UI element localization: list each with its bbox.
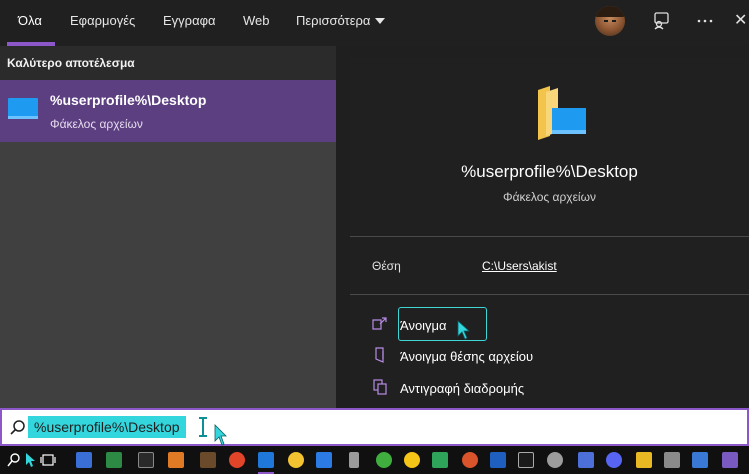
preview-divider xyxy=(350,236,749,237)
avatar[interactable] xyxy=(595,6,625,36)
open-file-location-label: Άνοιγμα θέσης αρχείου xyxy=(400,349,534,364)
tab-more[interactable]: Περισσότερα xyxy=(296,0,386,42)
emoji-app-icon[interactable] xyxy=(404,452,420,468)
search-icon xyxy=(10,420,25,435)
best-match-title: %userprofile%\Desktop xyxy=(50,92,207,108)
app-icon[interactable] xyxy=(490,452,506,468)
app-icon[interactable] xyxy=(376,452,392,468)
app-icon[interactable] xyxy=(547,452,563,468)
preview-subtitle: Φάκελος αρχείων xyxy=(503,190,596,204)
more-options-icon[interactable] xyxy=(694,10,716,32)
best-match-result[interactable]: %userprofile%\Desktop Φάκελος αρχείων xyxy=(0,80,336,142)
location-label: Θέση xyxy=(372,259,401,273)
mouse-cursor-icon xyxy=(214,424,227,446)
best-match-subtitle: Φάκελος αρχείων xyxy=(50,117,143,131)
calendar-icon[interactable] xyxy=(316,452,332,468)
text-cursor-icon xyxy=(199,417,207,437)
best-match-header: Καλύτερο αποτέλεσμα xyxy=(0,46,336,80)
results-list: Καλύτερο αποτέλεσμα %userprofile%\Deskto… xyxy=(0,46,336,408)
app-icon[interactable] xyxy=(138,452,154,468)
open-icon xyxy=(372,317,387,330)
app-icon[interactable] xyxy=(636,452,652,468)
app-icon[interactable] xyxy=(578,452,594,468)
calculator-icon[interactable] xyxy=(664,452,680,468)
search-scope-bar: Όλα Εφαρμογές Εγγραφα Web Περισσότερα ✕ xyxy=(0,0,749,46)
file-location-icon xyxy=(375,347,384,363)
task-view-icon[interactable] xyxy=(40,452,56,468)
search-box[interactable]: %userprofile%\Desktop xyxy=(0,408,749,446)
tab-documents[interactable]: Εγγραφα xyxy=(163,0,216,42)
app-icon[interactable] xyxy=(200,452,216,468)
usb-icon[interactable] xyxy=(349,452,359,468)
app-icon[interactable] xyxy=(432,452,448,468)
app-icon[interactable] xyxy=(692,452,708,468)
search-input[interactable]: %userprofile%\Desktop xyxy=(28,416,186,438)
open-focus-ring xyxy=(398,307,487,341)
copy-path-label: Αντιγραφή διαδρομής xyxy=(400,381,525,396)
mouse-cursor-icon xyxy=(457,320,471,340)
app-icon[interactable] xyxy=(258,452,274,468)
preview-divider xyxy=(350,294,749,295)
taskbar xyxy=(0,446,749,474)
tab-apps[interactable]: Εφαρμογές xyxy=(70,0,135,42)
control-panel-icon[interactable] xyxy=(76,452,92,468)
preview-title: %userprofile%\Desktop xyxy=(461,162,638,181)
app-icon[interactable] xyxy=(462,452,478,468)
preview-pane: %userprofile%\Desktop Φάκελος αρχείων Θέ… xyxy=(350,58,749,408)
mouse-cursor-icon xyxy=(26,453,35,467)
app-icon[interactable] xyxy=(106,452,122,468)
app-icon[interactable] xyxy=(229,452,245,468)
feedback-icon[interactable] xyxy=(651,10,673,32)
terminal-icon[interactable] xyxy=(518,452,534,468)
weather-icon[interactable] xyxy=(288,452,304,468)
tab-more-label: Περισσότερα xyxy=(296,13,371,28)
tab-all[interactable]: Όλα xyxy=(18,0,42,42)
app-icon[interactable] xyxy=(722,452,738,468)
location-link[interactable]: C:\Users\akist xyxy=(482,259,557,273)
volume-app-icon[interactable] xyxy=(168,452,184,468)
search-icon[interactable] xyxy=(6,452,22,468)
close-icon[interactable]: ✕ xyxy=(734,10,747,30)
desktop-folder-large-icon xyxy=(538,86,586,140)
results-empty-area xyxy=(0,142,336,408)
discord-icon[interactable] xyxy=(606,452,622,468)
tab-web[interactable]: Web xyxy=(243,0,270,42)
copy-path-icon xyxy=(373,379,387,395)
desktop-folder-icon xyxy=(8,98,38,119)
chevron-down-icon xyxy=(375,17,386,24)
